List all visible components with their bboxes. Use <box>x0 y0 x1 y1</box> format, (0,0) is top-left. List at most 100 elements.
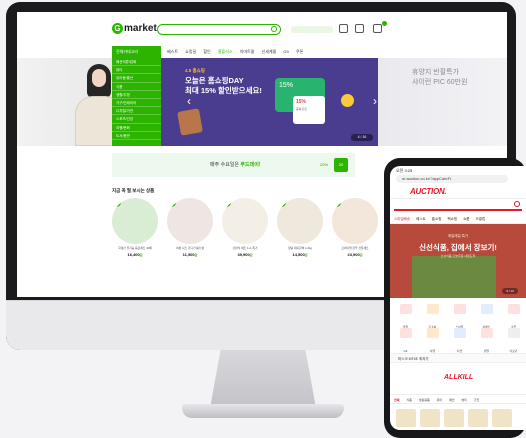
product-name[interactable]: 여성 니트 가디건 봄신상 <box>167 246 213 251</box>
auction-logo[interactable]: AUCTION. <box>410 187 447 196</box>
quick-menu-item[interactable]: 올킬 <box>392 302 419 329</box>
gmarket-promo-chip[interactable] <box>291 26 333 33</box>
gmarket-logo-text: market <box>124 23 157 34</box>
nav-item[interactable]: 베스트 <box>167 49 178 54</box>
allkill-products <box>390 406 526 430</box>
nav-item[interactable]: 이마트몰 <box>240 49 255 54</box>
recent-icon[interactable] <box>355 24 364 33</box>
nav-item[interactable]: G9 <box>283 49 288 54</box>
search-icon[interactable] <box>271 26 277 32</box>
address-bar[interactable]: m.auction.co.kr/?appCateFr <box>396 175 508 183</box>
gmarket-logo[interactable]: Gmarket <box>112 23 157 34</box>
tab-item[interactable]: 스마일배송 <box>394 217 410 221</box>
price-unit: 원 <box>304 252 308 257</box>
product-card[interactable]: 5 프리미엄 한우 선물세트 23,900원 <box>332 198 378 257</box>
product-image[interactable]: 2 <box>167 198 213 244</box>
subtab-item[interactable]: 패션 <box>449 398 455 402</box>
product-thumbnail[interactable] <box>420 409 440 427</box>
nav-item[interactable]: 쿠폰 <box>296 49 303 54</box>
tab-item[interactable]: 홈쇼핑 <box>432 217 442 221</box>
price-unit: 원 <box>139 252 143 257</box>
produce-box-image <box>412 256 496 298</box>
gmarket-hero-carousel[interactable]: 4.5 홈쇼핑 오늘은 홈쇼핑DAY 최대 15% 할인받으세요! 15% 15… <box>17 58 507 146</box>
category-item[interactable]: 스포츠/건강 <box>112 115 161 124</box>
quick-menu-icon <box>426 328 439 338</box>
category-item[interactable]: 유아동/출산 <box>112 74 161 83</box>
product-image[interactable]: 5 <box>332 198 378 244</box>
subtab-item[interactable]: 가전 <box>474 398 480 402</box>
banner-percent: 20% <box>320 162 329 167</box>
notice-bar[interactable]: 마스크 MT4E 최저가 <box>390 353 526 363</box>
auction-hero-banner[interactable]: 매일매일 특가 신선식품, 집에서 장보기! 신선식품 오늘주문 내일도착 3 … <box>390 224 526 298</box>
product-image[interactable]: 1 <box>112 198 158 244</box>
search-icon[interactable] <box>514 201 520 207</box>
tab-item[interactable]: 오클럽 <box>476 217 486 221</box>
nav-item[interactable]: 할인 <box>203 49 210 54</box>
quick-menu-item[interactable]: 쿠폰 <box>500 302 526 329</box>
quick-menu-item[interactable]: 스마일 <box>446 302 473 329</box>
product-thumbnail[interactable] <box>492 409 512 427</box>
product-card[interactable]: 4 양념 돼지갈비 1.2kg 14,500원 <box>277 198 323 257</box>
product-thumbnail[interactable] <box>444 409 464 427</box>
auction-search-input[interactable] <box>394 201 522 211</box>
allkill-logo[interactable]: ALLKILL <box>444 374 473 381</box>
product-name[interactable]: 국내산 유기농 음료세트 30팩 <box>112 246 158 251</box>
user-icon[interactable] <box>339 24 348 33</box>
rank-badge: 2 <box>167 198 176 207</box>
category-item[interactable]: 디지털/가전 <box>112 107 161 116</box>
section-title: 지금 꼭 필 보시는 상품 <box>112 188 155 193</box>
subtab-item[interactable]: 뷰티 <box>461 398 467 402</box>
category-item[interactable]: 패션의류/잡화 <box>112 58 161 67</box>
category-item[interactable]: 뷰티 <box>112 66 161 75</box>
quick-menu-item[interactable]: 홈쇼핑 <box>419 302 446 329</box>
food-day-banner[interactable]: 매주 수요일은 푸드데이! 20% 20 <box>112 153 355 177</box>
category-item[interactable]: 도서/음반 <box>112 132 161 140</box>
nav-item[interactable]: 쇼킹딜 <box>185 49 196 54</box>
nav-item[interactable]: 신세계몰 <box>262 49 277 54</box>
hero-main-slide[interactable]: 4.5 홈쇼핑 오늘은 홈쇼핑DAY 최대 15% 할인받으세요! 15% 15… <box>161 58 378 146</box>
cart-icon[interactable] <box>373 24 382 33</box>
nav-item[interactable]: 홈플러스 <box>218 49 233 54</box>
subtab-item[interactable]: 생활용품 <box>419 398 430 402</box>
category-item[interactable]: 생활/주방 <box>112 91 161 99</box>
category-button[interactable]: 전체카테고리 <box>112 46 161 58</box>
tab-item[interactable]: 베스트 <box>416 217 426 221</box>
quick-menu-item[interactable]: 렌탈 <box>473 326 500 353</box>
tab-item[interactable]: 핵쇼핑 <box>447 217 457 221</box>
product-image[interactable]: 3 <box>222 198 268 244</box>
product-card[interactable]: 3 간편식 세트 1+1 특가 39,900원 <box>222 198 268 257</box>
product-price: 11,900원 <box>167 252 213 257</box>
category-item[interactable]: 식품 <box>112 83 161 91</box>
product-image[interactable]: 4 <box>277 198 323 244</box>
hero-right-panel[interactable]: 휴양지 반팔특가 샤이런 PIC 60만원 <box>378 58 507 146</box>
product-thumbnail[interactable] <box>468 409 488 427</box>
quick-menu-item[interactable]: 티켓 <box>446 326 473 353</box>
quick-menu-item[interactable]: 이벤트 <box>473 302 500 329</box>
product-card[interactable]: 1 국내산 유기농 음료세트 30팩 16,400원 <box>112 198 158 257</box>
hero-pager[interactable]: 3 / 12 <box>502 288 518 294</box>
product-thumbnail[interactable] <box>396 409 416 427</box>
quick-menu-icon <box>399 328 412 338</box>
hero-pager[interactable]: 4 / 16 <box>351 134 373 141</box>
gmarket-search-input[interactable] <box>157 24 281 35</box>
quick-menu-icon <box>399 304 412 314</box>
hero-next-arrow-icon[interactable]: › <box>373 94 377 108</box>
price-unit: 원 <box>359 252 363 257</box>
status-bar: 오전 3:25 <box>396 168 413 173</box>
category-item[interactable]: 가구/인테리어 <box>112 99 161 108</box>
subtab-item[interactable]: 식품 <box>406 398 412 402</box>
product-name[interactable]: 양념 돼지갈비 1.2kg <box>277 246 323 251</box>
subtab-item[interactable]: 전체 <box>394 398 400 402</box>
hero-prev-arrow-icon[interactable]: ‹ <box>187 94 191 108</box>
product-name[interactable]: 간편식 세트 1+1 특가 <box>222 246 268 251</box>
quick-menu-item[interactable]: G9 <box>392 326 419 353</box>
quick-menu-item[interactable]: 더보기 <box>500 326 526 353</box>
product-card[interactable]: 2 여성 니트 가디건 봄신상 11,900원 <box>167 198 213 257</box>
category-item[interactable]: 여행/문화 <box>112 124 161 132</box>
product-name[interactable]: 프리미엄 한우 선물세트 <box>332 246 378 251</box>
tab-item[interactable]: 쇼룸 <box>463 217 469 221</box>
auction-header: AUCTION. <box>390 185 526 199</box>
quick-menu-item[interactable]: 여행 <box>419 326 446 353</box>
monitor-stand-base <box>182 404 344 418</box>
subtab-item[interactable]: 유아 <box>437 398 443 402</box>
